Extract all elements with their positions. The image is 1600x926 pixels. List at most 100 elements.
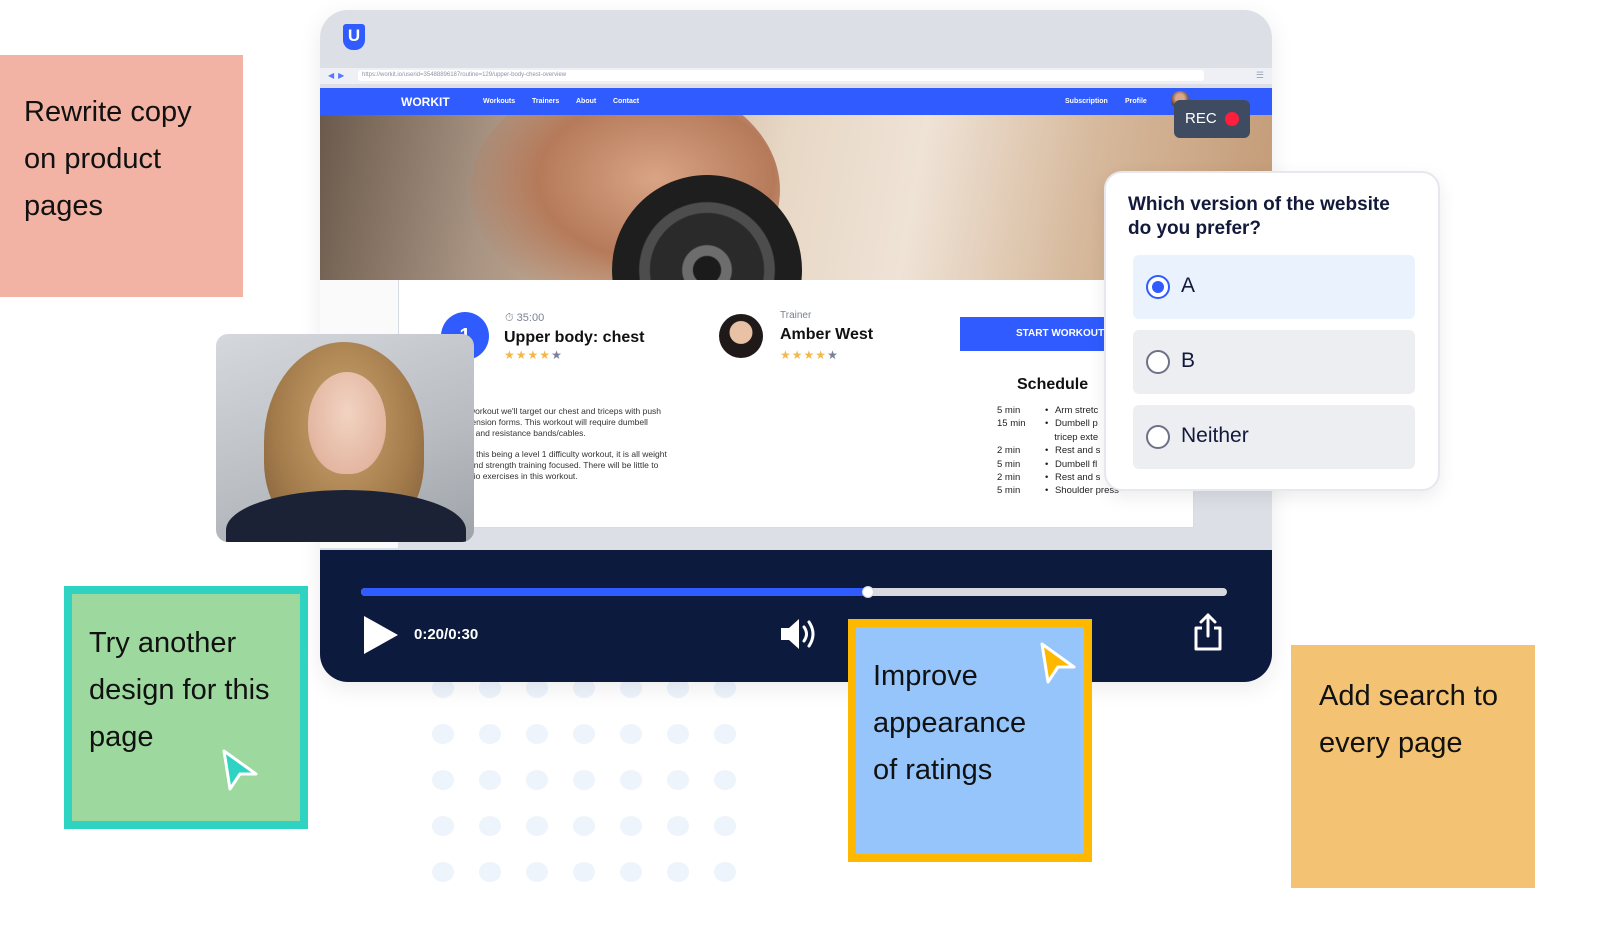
schedule-item-text: Arm stretc — [1054, 405, 1099, 416]
radio-button[interactable] — [1146, 425, 1170, 449]
schedule-time: 15 min — [997, 418, 1026, 430]
playback-progress-bar[interactable] — [361, 586, 1227, 598]
survey-option-label: Neither — [1181, 424, 1249, 447]
trainer-label: Trainer — [780, 310, 812, 321]
bullet-icon: • — [1045, 485, 1051, 497]
nav-link-trainers[interactable]: Trainers — [532, 98, 559, 105]
star-icon: ★ — [803, 348, 816, 362]
decorative-dot — [526, 816, 548, 836]
schedule-time: 5 min — [997, 485, 1021, 497]
decorative-dot — [479, 816, 501, 836]
mouse-pointer-icon — [222, 749, 258, 791]
note-line: Add search to — [1319, 680, 1498, 712]
schedule-time: 2 min — [997, 472, 1021, 483]
nav-link-subscription[interactable]: Subscription — [1065, 98, 1108, 105]
description-line: and strength training focused. There wil… — [469, 460, 659, 470]
workout-description-paragraph-1: workout we'll target our chest and trice… — [469, 406, 709, 439]
description-line: e this being a level 1 difficulty workou… — [469, 449, 667, 459]
nav-link-contact[interactable]: Contact — [613, 98, 639, 105]
sticky-note-rewrite-copy[interactable]: Rewrite copy on product pages — [0, 55, 243, 297]
note-line: Rewrite copy — [24, 96, 192, 128]
participant-face — [308, 372, 386, 474]
decorative-dot — [432, 862, 454, 882]
schedule-item: • Dumbell fl — [1045, 459, 1097, 470]
decorative-dot — [432, 770, 454, 790]
schedule-item-text: Dumbell fl — [1054, 458, 1098, 470]
survey-option-label: B — [1181, 349, 1196, 372]
star-icon: ★ — [791, 348, 804, 362]
decorative-dot — [620, 816, 642, 836]
nav-link-profile[interactable]: Profile — [1125, 98, 1147, 105]
decorative-dot — [526, 862, 548, 882]
playback-scrubber-handle[interactable] — [861, 586, 874, 598]
decorative-dot — [620, 724, 642, 744]
back-forward-icon[interactable]: ◀▶ — [328, 71, 348, 80]
address-bar[interactable]: https://workit.io/userid=35488896187rout… — [358, 70, 1204, 81]
browser-address-row: ◀▶ https://workit.io/userid=35488896187r… — [320, 68, 1272, 84]
stopwatch-icon: ⏱ — [505, 312, 514, 324]
bullet-icon: • — [1045, 405, 1051, 416]
radio-button[interactable] — [1146, 275, 1170, 299]
decorative-dot — [573, 724, 595, 744]
decorative-dot — [714, 724, 736, 744]
decorative-dot — [667, 724, 689, 744]
star-icon: ★ — [815, 348, 828, 362]
hamburger-menu-icon[interactable]: ☰ — [1256, 70, 1264, 81]
note-line: Try another — [89, 627, 237, 659]
workout-duration: ⏱ 35:00 — [505, 312, 544, 325]
volume-icon[interactable] — [778, 616, 818, 652]
schedule-item: • Dumbell p — [1045, 418, 1098, 429]
participant-webcam-video — [216, 334, 474, 542]
nav-link-about[interactable]: About — [576, 98, 596, 105]
decorative-dot — [714, 862, 736, 882]
play-icon[interactable] — [364, 616, 398, 654]
schedule-heading: Schedule — [1017, 376, 1089, 393]
schedule-item: • Rest and s — [1045, 445, 1100, 456]
survey-option-neither[interactable]: Neither — [1133, 405, 1415, 469]
recording-indicator: REC — [1174, 100, 1250, 138]
schedule-time: 2 min — [997, 445, 1021, 457]
star-icon: ★ — [515, 348, 528, 362]
bullet-icon: • — [1045, 472, 1051, 483]
playback-time: 0:20/0:30 — [414, 626, 479, 643]
decorative-dot — [620, 770, 642, 790]
decorative-dot — [479, 724, 501, 744]
share-icon[interactable] — [1192, 612, 1224, 652]
description-line: tension forms. This workout will require… — [469, 417, 648, 427]
decorative-dot — [479, 770, 501, 790]
mouse-pointer-icon — [1040, 642, 1076, 684]
radio-button[interactable] — [1146, 350, 1170, 374]
sticky-note-improve-ratings[interactable]: Improve appearance of ratings — [848, 619, 1092, 862]
decorative-dot — [714, 770, 736, 790]
star-icon: ★ — [539, 348, 552, 362]
bullet-icon: • — [1045, 445, 1051, 457]
video-player-controls: 0:20/0:30 — [320, 550, 1272, 682]
survey-option-b[interactable]: B — [1133, 330, 1415, 394]
playback-progress-fill — [361, 588, 868, 596]
trainer-name[interactable]: Amber West — [780, 326, 873, 344]
note-line: on product — [24, 143, 162, 175]
schedule-item-text: Rest and s — [1054, 472, 1101, 483]
workout-description-paragraph-2: e this being a level 1 difficulty workou… — [469, 449, 709, 482]
note-line: page — [89, 721, 154, 753]
decorative-dot — [667, 816, 689, 836]
note-line: appearance — [873, 707, 1027, 739]
start-workout-button[interactable]: START WORKOUT — [960, 317, 1120, 351]
survey-option-label: A — [1181, 274, 1196, 297]
note-line: design for this — [89, 674, 270, 706]
survey-question: Which version of the website do you pref… — [1128, 194, 1390, 239]
site-brand[interactable]: WORKIT — [401, 95, 450, 109]
description-line: workout we'll target our chest and trice… — [469, 406, 662, 416]
sticky-note-try-another-design[interactable]: Try another design for this page — [64, 586, 308, 829]
duration-value: 35:00 — [516, 312, 545, 324]
sticky-note-add-search[interactable]: Add search to every page — [1291, 645, 1535, 888]
site-top-nav: WORKIT Workouts Trainers About Contact S… — [320, 88, 1272, 115]
decorative-dot — [526, 724, 548, 744]
trainer-avatar[interactable] — [719, 314, 763, 358]
survey-option-a[interactable]: A — [1133, 255, 1415, 319]
workout-title: Upper body: chest — [504, 329, 645, 346]
star-icon: ★ — [827, 348, 839, 362]
decorative-dot-pattern — [432, 678, 752, 898]
schedule-time: 5 min — [997, 405, 1021, 416]
nav-link-workouts[interactable]: Workouts — [483, 98, 515, 105]
